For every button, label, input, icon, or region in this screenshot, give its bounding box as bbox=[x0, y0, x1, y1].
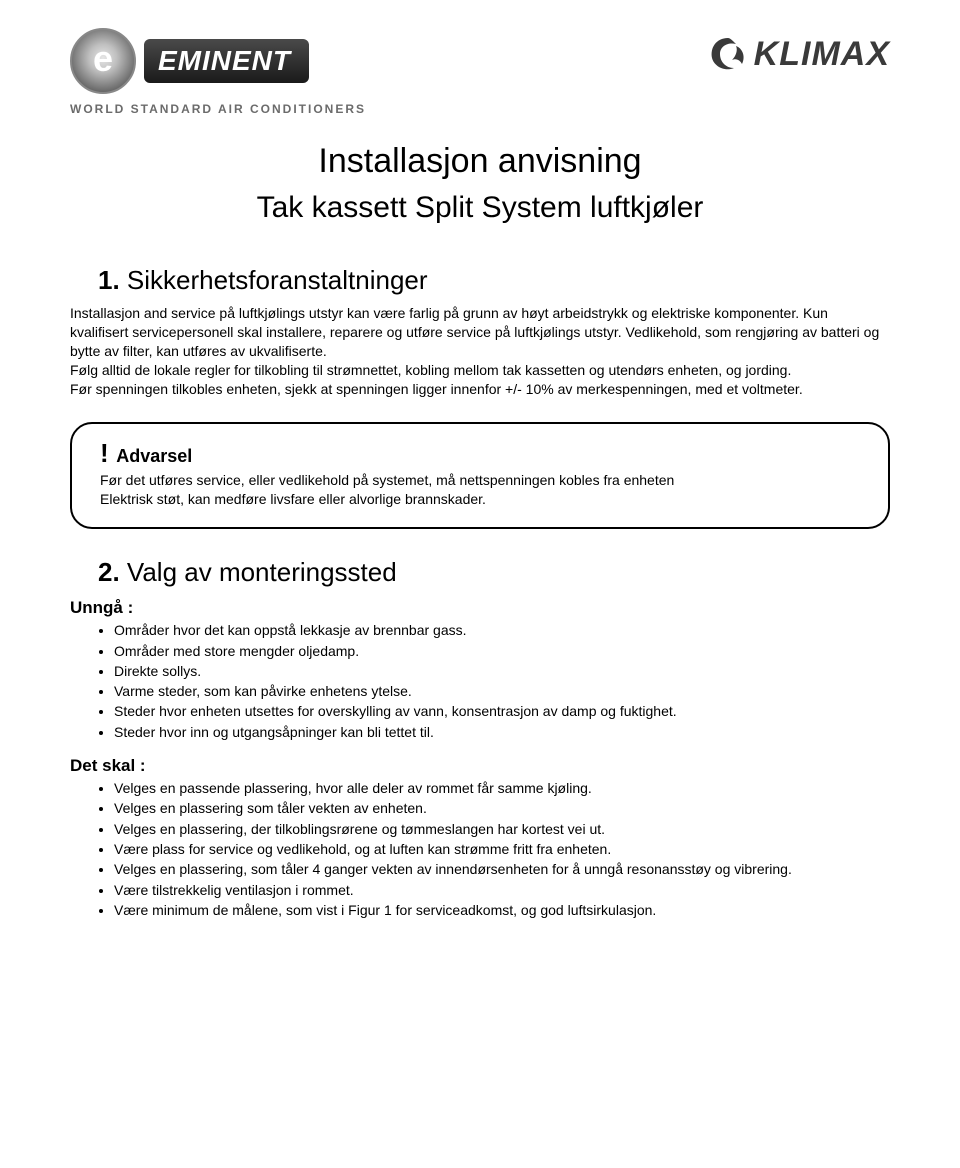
shall-list: Velges en passende plassering, hvor alle… bbox=[70, 778, 890, 920]
shall-item: Være minimum de målene, som vist i Figur… bbox=[114, 900, 890, 920]
eminent-wordmark: EMINENT bbox=[144, 39, 309, 83]
eminent-badge-icon: e bbox=[70, 28, 136, 94]
page-subtitle: Tak kassett Split System luftkjøler bbox=[70, 191, 890, 225]
shall-item: Velges en plassering, som tåler 4 ganger… bbox=[114, 859, 890, 879]
section-2-heading: 2. Valg av monteringssted bbox=[98, 557, 890, 588]
warning-label: Advarsel bbox=[116, 446, 192, 466]
avoid-item: Områder hvor det kan oppstå lekkasje av … bbox=[114, 620, 890, 640]
document-page: e EMINENT WORLD STANDARD AIR CONDITIONER… bbox=[0, 0, 960, 1168]
section-1-number: 1. bbox=[98, 265, 120, 295]
shall-item: Velges en passende plassering, hvor alle… bbox=[114, 778, 890, 798]
eminent-logo: e EMINENT WORLD STANDARD AIR CONDITIONER… bbox=[70, 28, 366, 116]
eminent-logo-top: e EMINENT bbox=[70, 28, 366, 94]
section-1-body: Installasjon and service på luftkjølings… bbox=[70, 304, 890, 398]
shall-item: Være plass for service og vedlikehold, o… bbox=[114, 839, 890, 859]
warning-box: ! Advarsel Før det utføres service, elle… bbox=[70, 422, 890, 529]
eminent-e-letter: e bbox=[93, 38, 113, 80]
shall-item: Velges en plassering, der tilkoblingsrør… bbox=[114, 819, 890, 839]
klimax-wordmark: KLIMAX bbox=[754, 35, 890, 74]
section-2-title: Valg av monteringssted bbox=[127, 557, 397, 587]
warning-body: Før det utføres service, eller vedlikeho… bbox=[100, 471, 860, 509]
shall-item: Velges en plassering som tåler vekten av… bbox=[114, 798, 890, 818]
klimax-swirl-icon bbox=[706, 34, 750, 74]
avoid-item: Steder hvor enheten utsettes for oversky… bbox=[114, 701, 890, 721]
shall-label: Det skal : bbox=[70, 756, 890, 776]
section-1-title: Sikkerhetsforanstaltninger bbox=[127, 265, 428, 295]
warning-heading: ! Advarsel bbox=[100, 438, 860, 469]
avoid-item: Steder hvor inn og utgangsåpninger kan b… bbox=[114, 722, 890, 742]
avoid-item: Varme steder, som kan påvirke enhetens y… bbox=[114, 681, 890, 701]
section-2-number: 2. bbox=[98, 557, 120, 587]
eminent-tagline: WORLD STANDARD AIR CONDITIONERS bbox=[70, 102, 366, 116]
klimax-logo: KLIMAX bbox=[706, 34, 890, 74]
shall-item: Være tilstrekkelig ventilasjon i rommet. bbox=[114, 880, 890, 900]
avoid-item: Områder med store mengder oljedamp. bbox=[114, 641, 890, 661]
logo-row: e EMINENT WORLD STANDARD AIR CONDITIONER… bbox=[70, 28, 890, 116]
avoid-list: Områder hvor det kan oppstå lekkasje av … bbox=[70, 620, 890, 742]
warning-bang-icon: ! bbox=[100, 438, 109, 468]
avoid-item: Direkte sollys. bbox=[114, 661, 890, 681]
page-title: Installasjon anvisning bbox=[70, 142, 890, 181]
eminent-wordmark-text: EMINENT bbox=[144, 39, 309, 83]
section-1-heading: 1. Sikkerhetsforanstaltninger bbox=[98, 265, 890, 296]
avoid-label: Unngå : bbox=[70, 598, 890, 618]
